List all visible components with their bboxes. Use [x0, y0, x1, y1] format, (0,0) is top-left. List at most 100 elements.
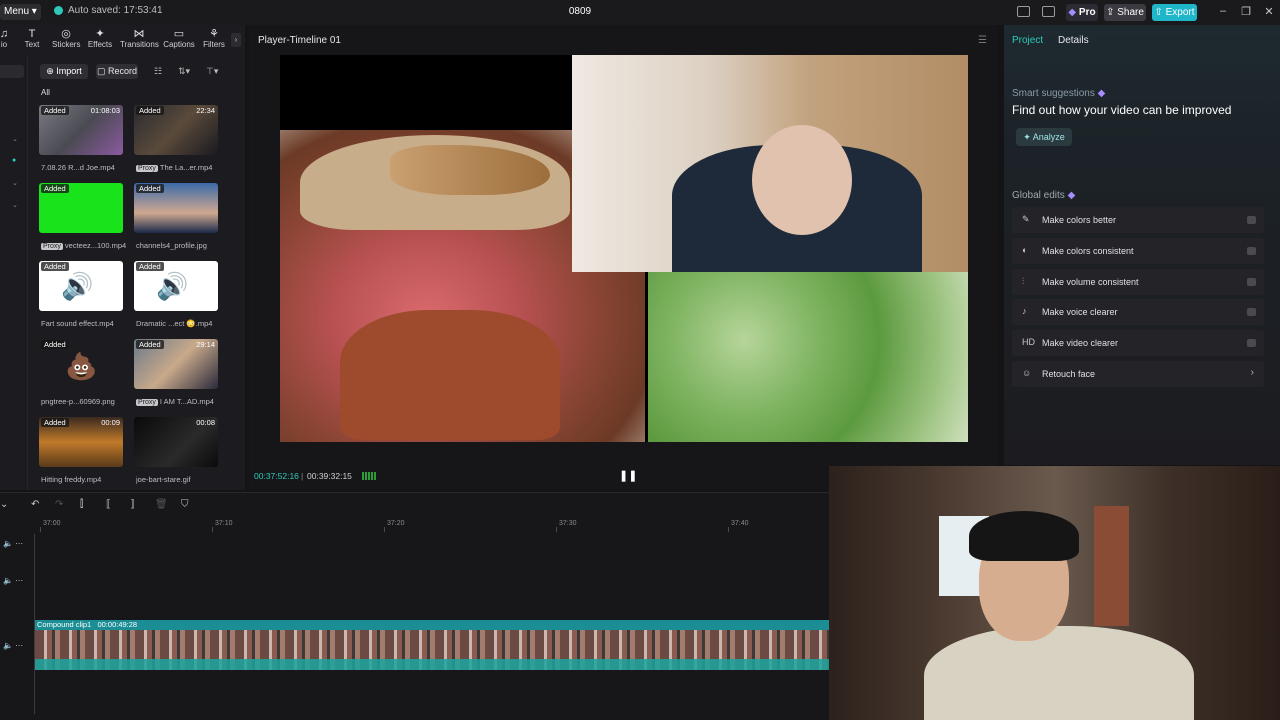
split-right-icon[interactable]: ⟧ [130, 499, 135, 510]
edit-option-icon: ♪ [1022, 306, 1027, 317]
preview-clip-streamer [572, 55, 968, 272]
global-edit-item[interactable]: ☺ Retouch face › [1012, 361, 1264, 387]
timecode-separator: | [301, 471, 304, 481]
edit-option-label: Make colors consistent [1042, 245, 1134, 256]
analyze-button[interactable]: ✦ Analyze [1016, 128, 1072, 146]
edit-toggle[interactable] [1247, 277, 1256, 286]
sidebar-chevron-icon[interactable]: ⌄ [12, 201, 18, 209]
media-item[interactable]: Added [134, 183, 218, 233]
ruler-tick [40, 527, 41, 532]
media-item-name: Proxy The La...er.mp4 [136, 163, 213, 172]
proxy-badge: Proxy [136, 165, 158, 172]
edit-option-icon: ✎ [1022, 214, 1030, 224]
media-item[interactable]: Added 00:09 [39, 417, 123, 467]
edit-option-icon: ☺ [1022, 368, 1032, 378]
clip-duration: 00:00:49:28 [97, 620, 138, 629]
proxy-badge: Proxy [41, 243, 63, 250]
media-item[interactable]: Added 01:08:03 [39, 105, 123, 155]
tab-effects[interactable]: ✦ Effects [87, 28, 113, 49]
split-left-icon[interactable]: ⟦ [106, 499, 111, 510]
media-item[interactable]: Added 29:14 [134, 339, 218, 389]
player-menu-icon[interactable]: ☰ [978, 35, 987, 46]
edit-toggle[interactable] [1247, 246, 1256, 255]
tab-captions[interactable]: ▭ Captions [163, 28, 195, 49]
edit-toggle[interactable] [1247, 216, 1256, 224]
media-item[interactable]: 🔊 Added [134, 261, 218, 311]
global-edit-item[interactable]: ♪ Make voice clearer [1012, 299, 1264, 326]
poop-emoji-icon: 💩 [65, 351, 98, 381]
view-grid-icon[interactable]: ☷ [154, 66, 162, 77]
media-item-name: joe-bart-stare.gif [136, 475, 191, 484]
tool-tabs: ♫ io T Text ◎ Stickers ✦ Effects ⋈ Transition… [0, 25, 245, 55]
media-item[interactable]: Added [39, 183, 123, 233]
media-category-sidebar: ⌄ ● ⌄ ⌄ [0, 55, 28, 490]
tab-details[interactable]: Details [1058, 35, 1089, 46]
tab-filters[interactable]: ⚘ Filters [202, 28, 226, 49]
media-item[interactable]: 🔊 Added [39, 261, 123, 311]
split-icon[interactable]: ⫿ [80, 499, 83, 510]
ruler-label: 37:10 [215, 520, 233, 527]
global-edit-item[interactable]: ✎ Make colors better [1012, 207, 1264, 233]
tab-audio[interactable]: ♫ io [0, 28, 12, 49]
captions-icon: ▭ [173, 28, 185, 40]
shirt-shape [924, 626, 1194, 720]
global-edit-item[interactable]: ⫶ Make volume consistent [1012, 268, 1264, 295]
minimize-icon[interactable]: – [1216, 5, 1230, 17]
media-item-name: Proxy I AM T...AD.mp4 [136, 397, 214, 406]
edit-toggle[interactable] [1247, 308, 1256, 317]
track-audio-icon[interactable]: 🔈 ⋯ [3, 539, 23, 548]
share-button[interactable]: ⇪ Share [1104, 4, 1146, 21]
timeline-dropdown-icon[interactable]: ⌄ [0, 499, 8, 510]
compound-clip-header[interactable]: Compound clip1 00:00:49:28 [35, 620, 829, 630]
edit-toggle[interactable] [1247, 339, 1256, 348]
shortcuts-icon[interactable] [1042, 6, 1055, 17]
tab-text[interactable]: T Text [22, 28, 42, 49]
chevron-right-icon[interactable]: › [1251, 367, 1254, 378]
import-button[interactable]: ⊕ Import [40, 64, 88, 79]
video-preview[interactable] [280, 55, 968, 442]
current-timecode: 00:37:52:16 [254, 471, 299, 481]
sidebar-chevron-icon[interactable]: ⌄ [12, 135, 18, 143]
undo-icon[interactable]: ↶ [31, 499, 39, 510]
tabs-scroll-right-icon[interactable]: › [231, 33, 241, 47]
added-badge: Added [136, 340, 164, 349]
tab-project[interactable]: Project [1012, 35, 1043, 46]
media-duration: 01:08:03 [90, 106, 120, 115]
media-item-name: channels4_profile.jpg [136, 241, 207, 250]
tab-transitions[interactable]: ⋈ Transitions [120, 28, 159, 49]
tab-stickers[interactable]: ◎ Stickers [52, 28, 80, 49]
media-duration: 29:14 [196, 340, 215, 349]
sort-icon[interactable]: ⇅▾ [178, 66, 190, 77]
global-edit-item[interactable]: HD Make video clearer [1012, 330, 1264, 357]
saved-check-icon [54, 6, 63, 15]
record-button[interactable]: ▢ Record [96, 64, 138, 79]
global-edit-item[interactable]: ◐ Make colors consistent [1012, 237, 1264, 264]
filter-all[interactable]: All [41, 88, 50, 97]
export-button[interactable]: ⇧ Export [1152, 4, 1197, 21]
ruler-tick [728, 527, 729, 532]
media-item[interactable]: 💩 Added [39, 339, 123, 389]
redo-icon[interactable]: ↷ [55, 499, 63, 510]
filter-icon[interactable]: ⊤▾ [206, 66, 218, 77]
sidebar-chevron-icon[interactable]: ⌄ [12, 179, 18, 187]
layout-icon[interactable] [1017, 6, 1030, 17]
menu-button[interactable]: Menu ▾ [0, 4, 41, 20]
track-audio-icon[interactable]: 🔈 ⋯ [3, 576, 23, 585]
media-item[interactable]: 00:08 [134, 417, 218, 467]
sidebar-item-local[interactable] [0, 65, 24, 78]
autosave-status: Auto saved: 17:53:41 [54, 5, 163, 16]
ruler-label: 37:40 [731, 520, 749, 527]
shield-icon[interactable]: ⛉ [181, 499, 189, 510]
restore-icon[interactable]: ❐ [1239, 5, 1253, 18]
media-item[interactable]: Added 22:34 [134, 105, 218, 155]
close-icon[interactable]: ✕ [1262, 5, 1276, 18]
media-duration: 22:34 [196, 106, 215, 115]
ruler-label: 37:20 [387, 520, 405, 527]
sidebar-active-icon[interactable]: ● [12, 157, 16, 164]
pause-button[interactable]: ❚❚ [619, 469, 637, 482]
track-audio-icon[interactable]: 🔈 ⋯ [3, 641, 23, 650]
improve-heading: Find out how your video can be improved [1012, 103, 1232, 117]
edit-option-icon: ⫶ [1022, 275, 1025, 286]
delete-icon[interactable]: 🗑 [155, 499, 168, 510]
pro-button[interactable]: ◆ Pro [1066, 4, 1098, 21]
